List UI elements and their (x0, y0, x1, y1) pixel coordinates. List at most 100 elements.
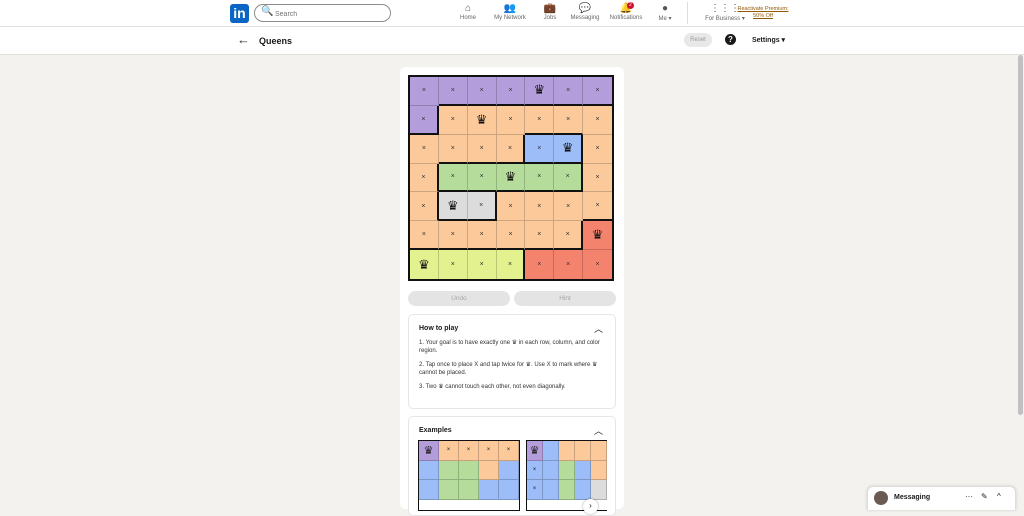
empty-cell (575, 480, 591, 500)
x-marked-cell[interactable]: × (410, 77, 439, 106)
chevron-up-icon[interactable]: ^ (997, 492, 1001, 501)
empty-cell (559, 441, 575, 461)
x-marked-cell[interactable]: × (410, 105, 439, 135)
rule-item: 2. Tap once to place X and tap twice for… (419, 362, 598, 376)
empty-cell (419, 480, 439, 500)
more-icon[interactable]: ··· (965, 492, 973, 501)
collapse-chevron-icon[interactable]: ︿ (594, 424, 603, 437)
x-marked-cell[interactable]: × (583, 105, 612, 135)
x-marked-cell[interactable]: × (438, 134, 468, 164)
queen-cell: ♛ (419, 441, 439, 461)
examples-title: Examples (419, 427, 452, 434)
queen-cell[interactable]: ♛ (496, 163, 526, 193)
back-arrow-icon[interactable]: ← (237, 32, 250, 47)
rule-item: 1. Your goal is to have exactly one ♛ in… (419, 340, 600, 354)
x-marked-cell[interactable]: × (496, 250, 526, 279)
x-marked-cell[interactable]: × (467, 221, 497, 251)
scrollbar[interactable] (1018, 55, 1023, 415)
top-nav: in 🔍 ⌂Home 👥My Network 💼Jobs 💬Messaging 🔔Not… (0, 0, 1024, 27)
queen-cell[interactable]: ♛ (583, 221, 612, 251)
x-marked-cell[interactable]: × (438, 221, 468, 251)
x-marked-cell[interactable]: × (467, 77, 497, 106)
x-marked-cell[interactable]: × (467, 163, 497, 193)
help-icon[interactable]: ? (725, 34, 736, 45)
x-marked-cell: × (439, 441, 459, 461)
x-marked-cell: × (499, 441, 519, 461)
next-example-button[interactable]: › (583, 499, 598, 514)
nav-item-notifications[interactable]: 🔔 Notifications 2 (607, 2, 645, 24)
x-marked-cell[interactable]: × (583, 163, 612, 193)
nav-item-messaging[interactable]: 💬 Messaging (570, 2, 600, 24)
x-marked-cell[interactable]: × (554, 221, 584, 251)
x-marked-cell[interactable]: × (410, 134, 439, 164)
x-marked-cell[interactable]: × (554, 77, 584, 106)
search-input[interactable] (273, 7, 387, 21)
x-marked-cell: × (527, 480, 543, 500)
nav-item-jobs[interactable]: 💼 Jobs (540, 2, 560, 24)
nav-item-label: Messaging (570, 15, 600, 21)
example-board-1: ♛ × × × × (418, 440, 520, 511)
x-marked-cell[interactable]: × (583, 77, 612, 106)
notification-badge: 2 (627, 2, 634, 9)
x-marked-cell[interactable]: × (410, 192, 439, 222)
x-marked-cell: × (459, 441, 479, 461)
x-marked-cell[interactable]: × (496, 134, 526, 164)
reactivate-premium-link[interactable]: Reactivate Premium: 50% Off (735, 6, 791, 20)
x-marked-cell[interactable]: × (583, 192, 612, 222)
x-marked-cell[interactable]: × (410, 163, 439, 193)
hint-button[interactable]: Hint (514, 291, 616, 306)
empty-cell (543, 460, 559, 480)
nav-item-my-network[interactable]: 👥 My Network (488, 2, 532, 24)
reset-button[interactable]: Reset (684, 33, 712, 47)
empty-cell (499, 480, 519, 500)
empty-cell (439, 480, 459, 500)
x-marked-cell[interactable]: × (438, 77, 468, 106)
collapse-chevron-icon[interactable]: ︿ (594, 322, 603, 335)
nav-item-label: My Network (494, 15, 526, 21)
queen-cell[interactable]: ♛ (438, 192, 468, 222)
nav-item-home[interactable]: ⌂ Home (458, 2, 478, 24)
x-marked-cell[interactable]: × (410, 221, 439, 251)
avatar (874, 491, 888, 505)
nav-divider (687, 2, 688, 24)
queen-cell[interactable]: ♛ (525, 77, 555, 106)
x-marked-cell[interactable]: × (583, 250, 612, 279)
x-marked-cell[interactable]: × (525, 221, 555, 251)
x-marked-cell[interactable]: × (554, 192, 584, 222)
x-marked-cell[interactable]: × (467, 134, 497, 164)
queen-cell: ♛ (527, 441, 543, 461)
x-marked-cell[interactable]: × (583, 134, 612, 164)
x-marked-cell[interactable]: × (554, 105, 584, 135)
x-marked-cell[interactable]: × (438, 105, 468, 135)
x-marked-cell[interactable]: × (525, 250, 555, 279)
x-marked-cell[interactable]: × (438, 250, 468, 279)
compose-icon[interactable]: ✎ (981, 492, 988, 501)
x-marked-cell[interactable]: × (554, 163, 584, 193)
x-marked-cell[interactable]: × (467, 192, 497, 222)
x-marked-cell[interactable]: × (554, 250, 584, 279)
x-marked-cell[interactable]: × (496, 77, 526, 106)
x-marked-cell[interactable]: × (525, 163, 555, 193)
settings-menu[interactable]: Settings ▾ (752, 36, 785, 44)
x-marked-cell[interactable]: × (525, 105, 555, 135)
empty-cell (543, 480, 559, 500)
x-marked-cell[interactable]: × (467, 250, 497, 279)
queen-cell[interactable]: ♛ (410, 250, 439, 279)
queen-cell[interactable]: ♛ (554, 134, 584, 164)
linkedin-logo[interactable]: in (230, 4, 249, 23)
queen-cell[interactable]: ♛ (467, 105, 497, 135)
x-marked-cell[interactable]: × (496, 192, 526, 222)
x-marked-cell[interactable]: × (438, 163, 468, 193)
empty-cell (419, 460, 439, 480)
empty-cell (479, 460, 499, 480)
messaging-bar[interactable]: Messaging ··· ✎ ^ (867, 486, 1016, 510)
x-marked-cell[interactable]: × (496, 105, 526, 135)
undo-button[interactable]: Undo (408, 291, 510, 306)
x-marked-cell[interactable]: × (525, 134, 555, 164)
how-to-play-panel: How to play ︿ 1. Your goal is to have ex… (408, 314, 616, 409)
empty-cell (591, 480, 607, 500)
nav-item-me[interactable]: ● Me ▾ (655, 2, 675, 24)
x-marked-cell[interactable]: × (525, 192, 555, 222)
x-marked-cell[interactable]: × (496, 221, 526, 251)
search-box[interactable]: 🔍 (254, 4, 391, 22)
